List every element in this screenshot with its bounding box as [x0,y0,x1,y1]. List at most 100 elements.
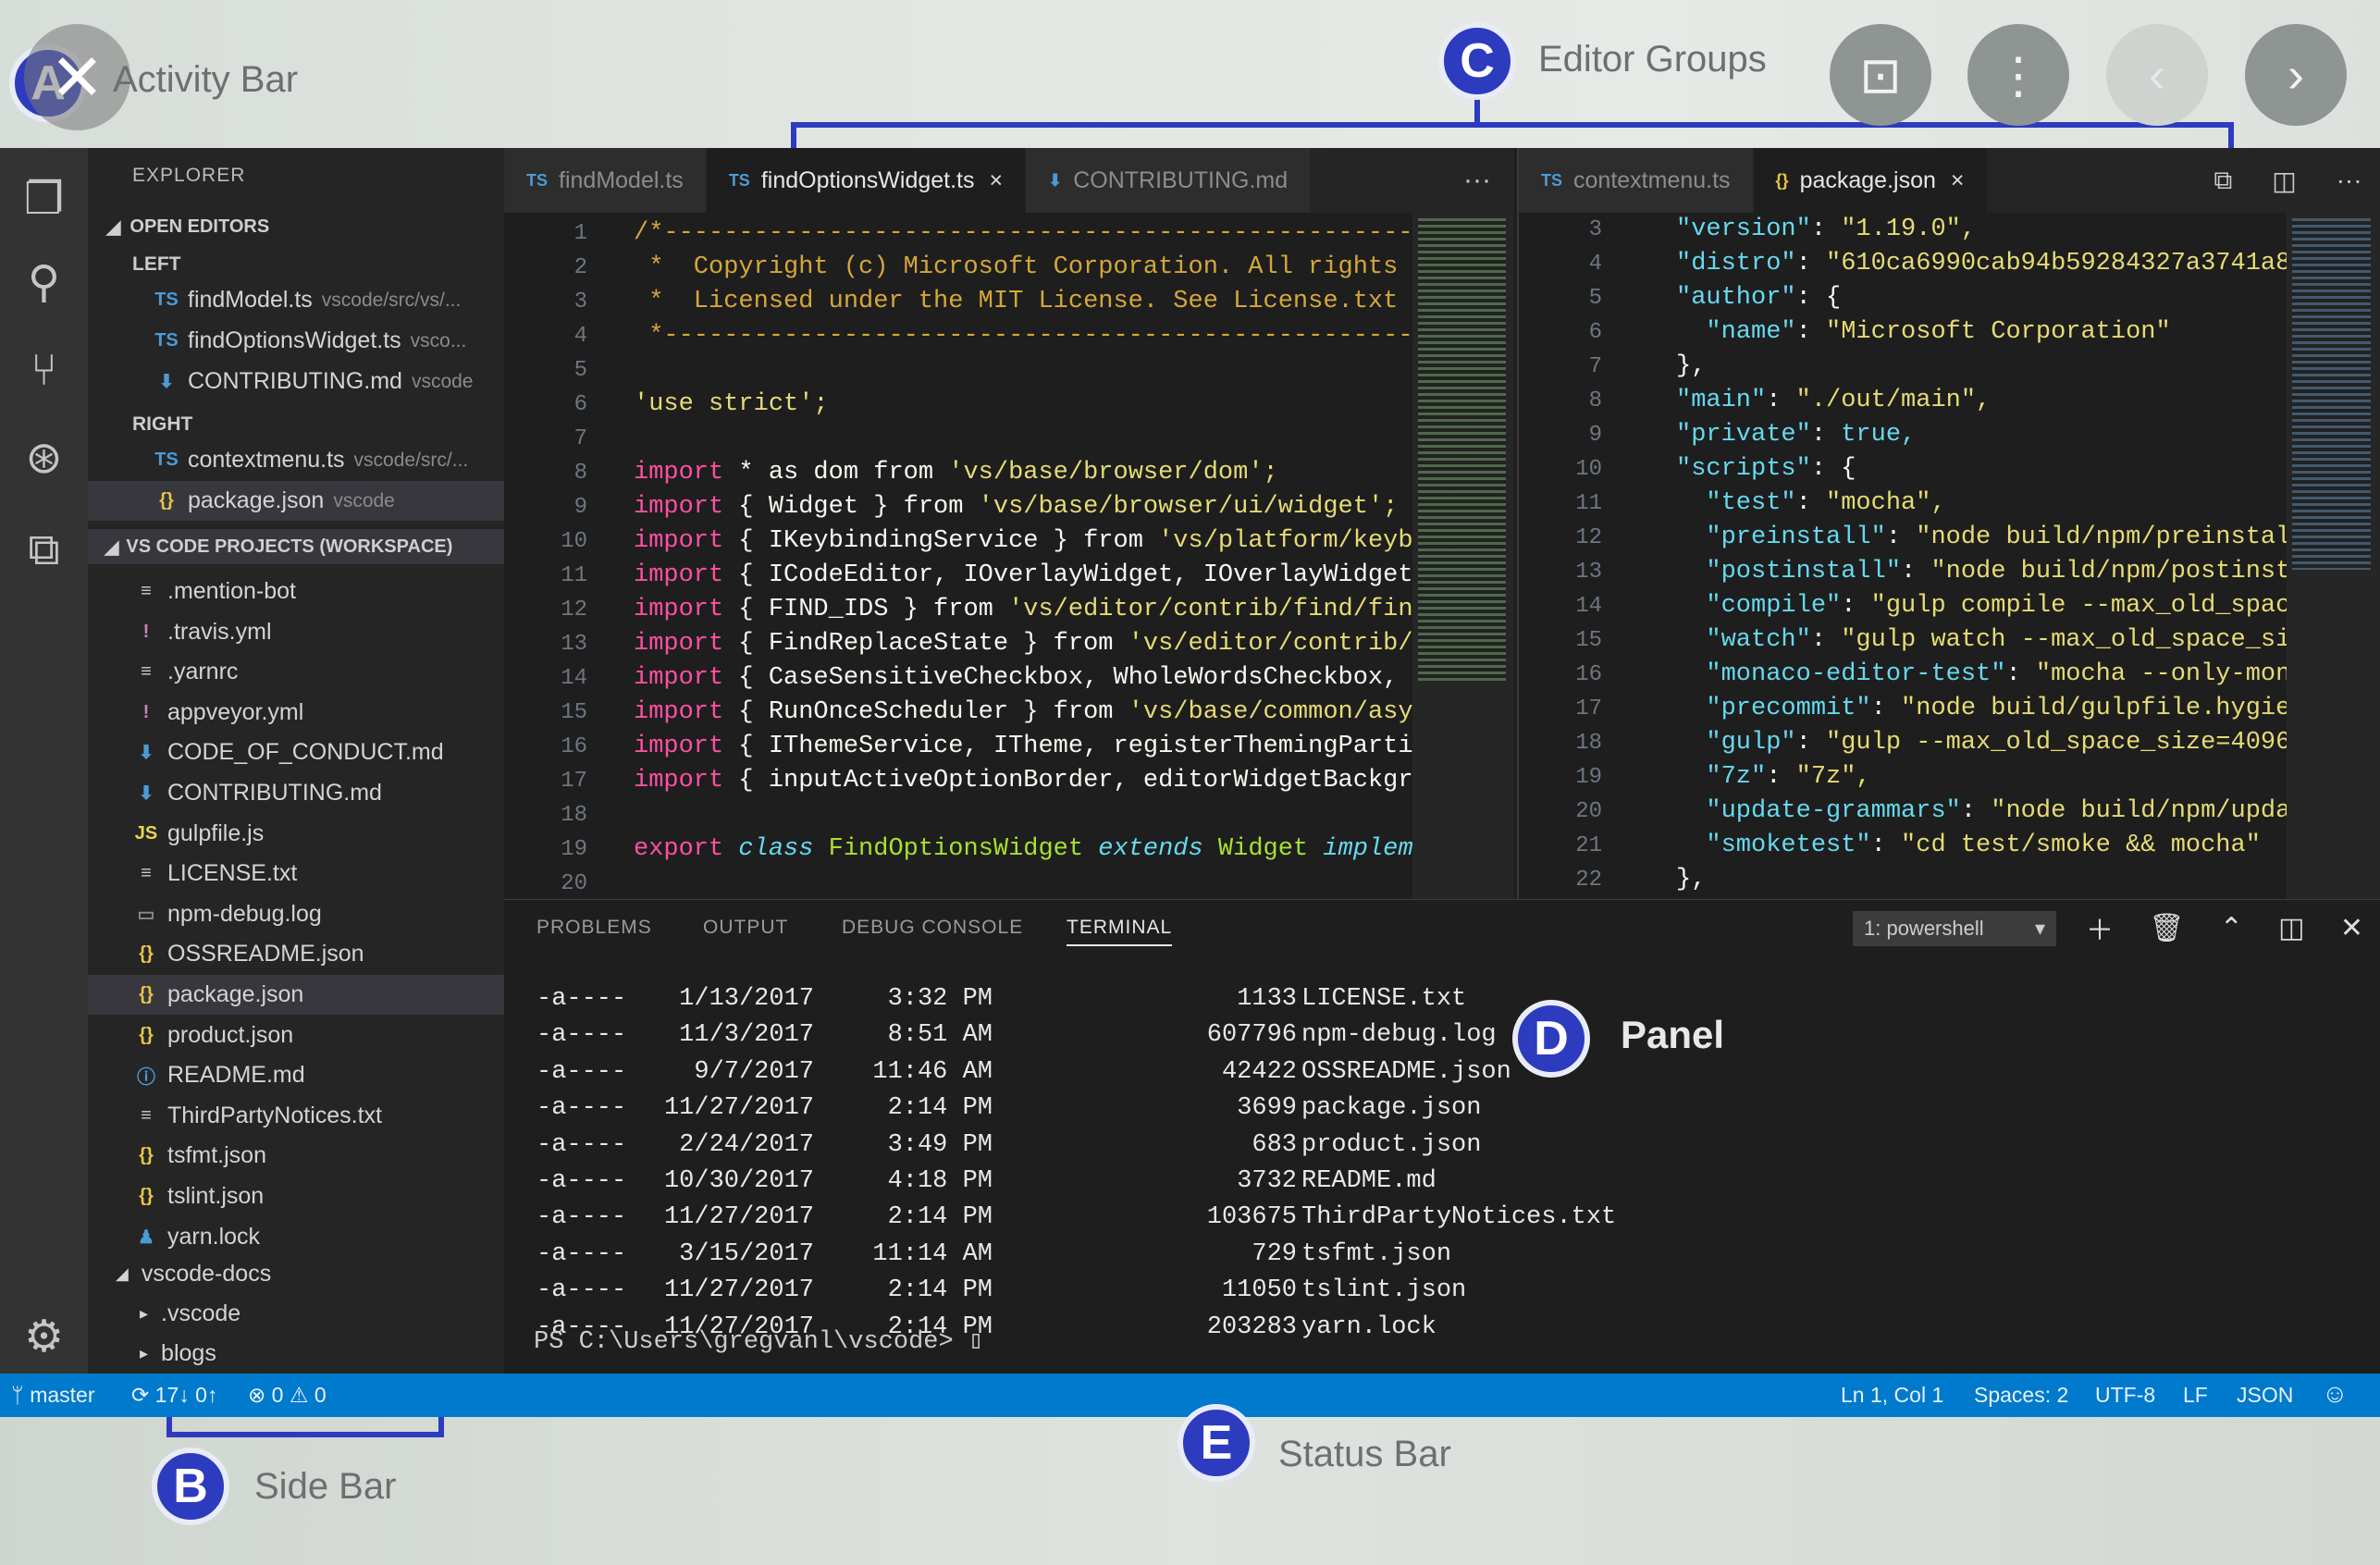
sync-indicator[interactable]: ⟳ 17↓ 0↑ [131,1383,217,1408]
file-type-icon: TS [526,170,549,190]
minimap-right[interactable] [2287,213,2380,899]
editor-tabs-left: TS findModel.ts TS findOptionsWidget.ts × ⬇ CO… [504,148,1514,213]
code-text: { ICodeEditor, IOverlayWidget, IOverlayW… [723,561,1428,589]
file-item[interactable]: ⓘ README.md [88,1055,504,1095]
end-of-line[interactable]: LF [2183,1383,2208,1408]
json-value: "./out/main", [1795,387,1992,414]
close-icon[interactable]: × [990,167,1004,194]
terminal-mode: -a---- [536,1130,627,1159]
file-path: vscode/src/... [353,449,469,471]
file-item[interactable]: {} tslint.json [88,1177,504,1216]
file-item[interactable]: ≡ LICENSE.txt [88,854,504,893]
file-item[interactable]: ! appveyor.yml [88,693,504,733]
folder-dot-vscode[interactable]: ▸ .vscode [88,1294,504,1334]
terminal-select[interactable]: 1: powershell ▾ [1853,911,2056,946]
editor-tab[interactable]: {} package.json × [1753,148,1988,213]
tab-problems[interactable]: PROBLEMS [536,917,652,939]
terminal-name: yarn.lock [1301,1312,1437,1341]
files-icon[interactable]: ❐ [0,157,88,240]
code-editor-left[interactable]: 1 /*-------------------------------------… [504,213,1514,899]
language-mode[interactable]: JSON [2237,1383,2293,1408]
open-editor-item[interactable]: ⬇ CONTRIBUTING.md vscode [88,362,504,401]
file-item[interactable]: {} OSSREADME.json [88,934,504,974]
code-text: "test": "mocha", [1676,487,1945,521]
file-name: .travis.yml [167,618,272,645]
open-changes-icon[interactable]: ⧉ [2214,166,2232,196]
minimap-left[interactable] [1412,213,1514,899]
json-key: "smoketest" [1676,832,1871,859]
gear-icon[interactable]: ⚙ [0,1295,88,1378]
code-text: import { inputActiveOptionBorder, editor… [634,764,1428,798]
screenshot-button[interactable]: ⊡ [1830,24,1931,126]
open-editor-item[interactable]: {} package.json vscode [88,481,504,521]
callout-badge-c: C [1438,22,1516,100]
search-icon[interactable]: ⚲ [0,240,88,324]
plus-icon[interactable]: ＋ [2086,907,2114,948]
code-line: 17 "precommit": "node build/gulpfile.hyg… [1519,692,2305,726]
file-item[interactable]: ≡ ThirdPartyNotices.txt [88,1096,504,1136]
file-type-icon: ≡ [141,661,152,683]
split-editor-icon[interactable]: ◫ [2272,166,2296,196]
editor-tab[interactable]: TS findModel.ts [504,148,707,213]
folder-blogs[interactable]: ▸ blogs [88,1334,504,1374]
close-icon[interactable]: ✕ [2340,912,2363,944]
file-item[interactable]: JS gulpfile.js [88,814,504,854]
editor-tab[interactable]: ⬇ CONTRIBUTING.md [1026,148,1312,213]
open-editor-item[interactable]: TS findOptionsWidget.ts vsco... [88,321,504,361]
line-number: 15 [1575,628,1602,653]
tab-debug-console[interactable]: DEBUG CONSOLE [842,917,1023,939]
file-item[interactable]: ⬇ CODE_OF_CONDUCT.md [88,733,504,772]
file-type-icon: {} [139,984,154,1004]
extensions-icon[interactable]: ⧉ [0,509,88,592]
source-control-icon[interactable]: ⑂ [0,328,88,412]
debug-icon[interactable]: ⊛ [0,416,88,499]
json-colon: : [1795,489,1827,517]
split-icon[interactable]: ◫ [2278,912,2304,944]
file-item[interactable]: ♟ yarn.lock [88,1217,504,1257]
close-icon[interactable]: × [1951,167,1965,194]
code-text: /*--------------------------------------… [634,216,1514,251]
next-button[interactable]: › [2245,24,2347,126]
file-item[interactable]: {} package.json [88,975,504,1015]
more-icon[interactable]: ··· [2337,166,2362,195]
terminal-mode: -a---- [536,1021,627,1050]
code-editor-right[interactable]: 3 "version": "1.19.0", 4 "distro": "610ca69… [1519,213,2380,899]
tab-output[interactable]: OUTPUT [703,917,788,939]
file-item[interactable]: ⬇ CONTRIBUTING.md [88,773,504,813]
smiley-icon[interactable]: ☺ [2322,1379,2349,1409]
terminal-prompt-line[interactable]: PS C:\Users\gregvanl\vscode> ▯ [534,1325,983,1356]
screenshot-icon: ⊡ [1859,47,1902,104]
file-item[interactable]: {} tsfmt.json [88,1136,504,1176]
terminal-name: npm-debug.log [1301,1021,1497,1050]
json-key: "postinstall" [1676,558,1902,585]
problems-indicator[interactable]: ⊗ 0 ⚠ 0 [248,1383,327,1408]
editor-tab[interactable]: TS findOptionsWidget.ts × [706,148,1027,213]
folder-vscode-docs[interactable]: ◢ vscode-docs [88,1254,504,1294]
chevron-up-icon[interactable]: ⌃ [2220,912,2243,944]
encoding[interactable]: UTF-8 [2095,1383,2155,1408]
previous-button[interactable]: ‹ [2106,24,2208,126]
open-editor-item[interactable]: TS contextmenu.ts vscode/src/... [88,440,504,480]
code-line: 12 import { FIND_IDS } from 'vs/editor/co… [504,593,1428,627]
line-number: 11 [1575,491,1602,516]
branch-indicator[interactable]: ᛘ master [11,1383,95,1408]
open-editors-header[interactable]: ◢ OPEN EDITORS [88,209,504,244]
terminal-time: 3:49 PM [887,1130,993,1159]
terminal-mode: -a---- [536,1203,627,1232]
tab-terminal[interactable]: TERMINAL [1067,917,1173,946]
file-item[interactable]: ! .travis.yml [88,612,504,652]
indentation[interactable]: Spaces: 2 [1974,1383,2068,1408]
trash-icon[interactable]: 🗑 [2149,912,2184,944]
json-value: { [1841,455,1856,483]
file-item[interactable]: ▭ npm-debug.log [88,894,504,934]
open-editor-item[interactable]: TS findModel.ts vscode/src/vs/... [88,280,504,320]
more-actions-button[interactable]: ··· [1440,148,1514,213]
file-item[interactable]: ≡ .mention-bot [88,572,504,611]
code-text: "private": true, [1676,418,1916,452]
cursor-position[interactable]: Ln 1, Col 1 [1841,1383,1943,1408]
file-item[interactable]: {} product.json [88,1016,504,1055]
file-item[interactable]: ≡ .yarnrc [88,652,504,692]
workspace-header[interactable]: ◢ VS CODE PROJECTS (WORKSPACE) [88,529,504,564]
editor-tab[interactable]: TS contextmenu.ts [1519,148,1754,213]
more-menu-button[interactable]: ⋮ [1967,24,2069,126]
